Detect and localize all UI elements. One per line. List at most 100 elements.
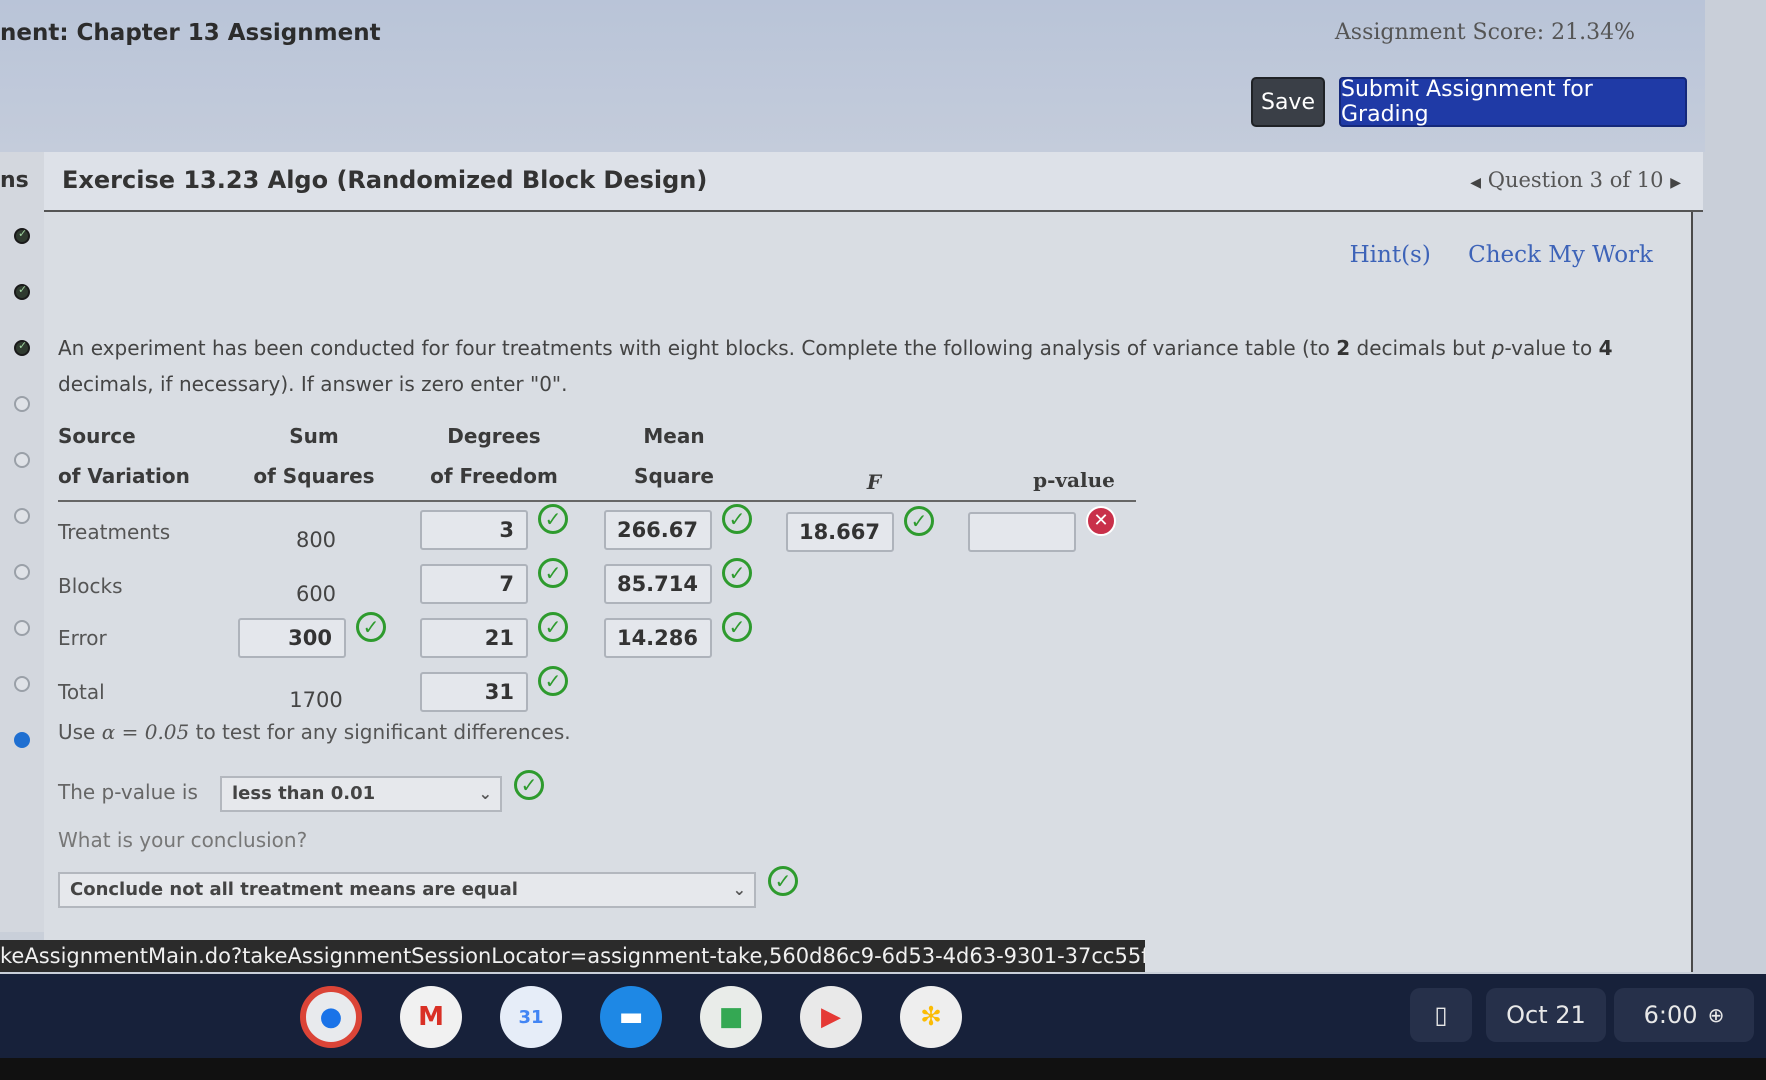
help-links: Hint(s) Check My Work [1320, 242, 1653, 268]
alpha-text-part: to test for any significant differences. [189, 720, 571, 744]
header-ms-1: Mean [643, 424, 705, 448]
significance-instruction: Use α = 0.05 to test for any significant… [58, 720, 571, 744]
blocks-ms-check-icon: ✓ [722, 558, 752, 588]
row-label-treatments: Treatments [58, 520, 171, 544]
question-4-status-icon[interactable] [14, 396, 30, 412]
meet-icon[interactable]: ■ [700, 986, 762, 1048]
row-label-total: Total [58, 680, 105, 704]
total-df-check-icon: ✓ [538, 666, 568, 696]
screen-bezel [0, 1058, 1766, 1080]
header-source-1: Source [58, 424, 136, 448]
table-header-divider [58, 500, 1136, 502]
prev-question-icon[interactable]: ◀ [1470, 175, 1481, 191]
conclusion-select[interactable]: Conclude not all treatment means are equ… [58, 872, 756, 908]
pvalue-prompt: The p-value is [58, 780, 198, 804]
error-ms-check-icon: ✓ [722, 612, 752, 642]
blocks-df-check-icon: ✓ [538, 558, 568, 588]
header-f: F [866, 470, 882, 494]
save-button[interactable]: Save [1251, 77, 1325, 127]
total-df-input[interactable]: 31 [420, 672, 528, 712]
files-icon[interactable]: ▬ [600, 986, 662, 1048]
error-df-check-icon: ✓ [538, 612, 568, 642]
question-7-status-icon[interactable] [14, 564, 30, 580]
pvalue-selected: less than 0.01 [232, 783, 376, 804]
header-ss-2: of Squares [253, 464, 375, 488]
gmail-icon[interactable]: M [400, 986, 462, 1048]
question-text-part: -value to [1504, 336, 1599, 360]
exercise-title: Exercise 13.23 Algo (Randomized Block De… [62, 166, 708, 194]
shelf-date[interactable]: Oct 21 [1486, 988, 1606, 1042]
pvalue-decimals-value: 4 [1598, 336, 1613, 360]
error-ss-input[interactable]: 300 [238, 618, 346, 658]
photos-icon[interactable]: ✻ [900, 986, 962, 1048]
alpha-text-part: Use [58, 720, 102, 744]
header-ss-1: Sum [289, 424, 339, 448]
blocks-df-input[interactable]: 7 [420, 564, 528, 604]
chrome-icon[interactable]: ● [300, 986, 362, 1048]
question-navigation: ◀ Question 3 of 10 ▶ [1470, 168, 1681, 192]
header-ms-2: Square [634, 464, 714, 488]
total-ss-value: 1700 [289, 688, 343, 712]
treatments-f-input[interactable]: 18.667 [786, 512, 894, 552]
assignment-score: Assignment Score: 21.34% [1334, 20, 1635, 45]
blocks-ss-value: 600 [295, 582, 337, 606]
page-title: nent: Chapter 13 Assignment [0, 20, 381, 46]
question-2-status-icon[interactable] [14, 283, 30, 300]
treatments-p-value-error-icon: ✕ [1086, 506, 1116, 536]
question-6-status-icon[interactable] [14, 508, 30, 524]
question-8-status-icon[interactable] [14, 620, 30, 636]
check-my-work-link[interactable]: Check My Work [1468, 242, 1653, 268]
submit-assignment-button[interactable]: Submit Assignment for Grading [1339, 77, 1687, 127]
hints-link[interactable]: Hint(s) [1350, 242, 1431, 268]
exercise-content: Hint(s) Check My Work An experiment has … [44, 212, 1693, 972]
p-symbol: p [1491, 336, 1505, 360]
status-settings-icon: ⊕ [1707, 1003, 1725, 1027]
conclusion-check-icon: ✓ [768, 866, 798, 896]
pvalue-check-icon: ✓ [514, 770, 544, 800]
conclusion-prompt: What is your conclusion? [58, 828, 308, 852]
treatments-f-check-icon: ✓ [904, 506, 934, 536]
treatments-ms-check-icon: ✓ [722, 504, 752, 534]
row-label-blocks: Blocks [58, 574, 123, 598]
header-source-2: of Variation [58, 464, 190, 488]
exercise-title-bar: Exercise 13.23 Algo (Randomized Block De… [44, 152, 1703, 212]
shelf-time: 6:00 [1643, 1001, 1698, 1029]
status-bar-url: keAssignmentMain.do?takeAssignmentSessio… [0, 940, 1145, 972]
conclusion-selected: Conclude not all treatment means are equ… [70, 879, 518, 900]
youtube-icon[interactable]: ▶ [800, 986, 862, 1048]
question-5-status-icon[interactable] [14, 452, 30, 468]
question-3-status-icon[interactable] [14, 339, 30, 356]
assignment-header: nent: Chapter 13 Assignment Assignment S… [0, 0, 1705, 152]
error-ss-check-icon: ✓ [356, 612, 386, 642]
decimals-value: 2 [1336, 336, 1351, 360]
question-9-status-icon[interactable] [14, 676, 30, 692]
next-question-icon[interactable]: ▶ [1670, 175, 1681, 191]
chevron-down-icon: ⌄ [478, 784, 492, 803]
alpha-value: α = 0.05 [101, 720, 190, 744]
question-list-panel [0, 152, 45, 932]
calendar-icon[interactable]: 31 [500, 986, 562, 1048]
header-df-1: Degrees [447, 424, 541, 448]
treatments-ss-value: 800 [295, 528, 337, 552]
question-10-status-icon[interactable] [14, 732, 30, 748]
treatments-ms-input[interactable]: 266.67 [604, 510, 712, 550]
treatments-p-value-input[interactable] [968, 512, 1076, 552]
treatments-df-input[interactable]: 3 [420, 510, 528, 550]
question-text-part: decimals, if necessary). If answer is ze… [58, 372, 568, 396]
chevron-down-icon: ⌄ [732, 880, 746, 899]
error-df-input[interactable]: 21 [420, 618, 528, 658]
question-text-part: An experiment has been conducted for fou… [58, 336, 1337, 360]
header-p-value: p-value [1033, 468, 1115, 492]
header-df-2: of Freedom [430, 464, 558, 488]
row-label-error: Error [58, 626, 107, 650]
question-text: An experiment has been conducted for fou… [58, 330, 1678, 402]
error-ms-input[interactable]: 14.286 [604, 618, 712, 658]
blocks-ms-input[interactable]: 85.714 [604, 564, 712, 604]
question-1-status-icon[interactable] [14, 227, 30, 244]
treatments-df-check-icon: ✓ [538, 504, 568, 534]
pvalue-select[interactable]: less than 0.01 ⌄ [220, 776, 502, 812]
question-counter: Question 3 of 10 [1487, 168, 1664, 192]
shelf-clock[interactable]: 6:00 ⊕ [1614, 988, 1754, 1042]
question-list-label: ns [0, 168, 29, 193]
phone-hub-icon[interactable]: ▯ [1410, 988, 1472, 1042]
